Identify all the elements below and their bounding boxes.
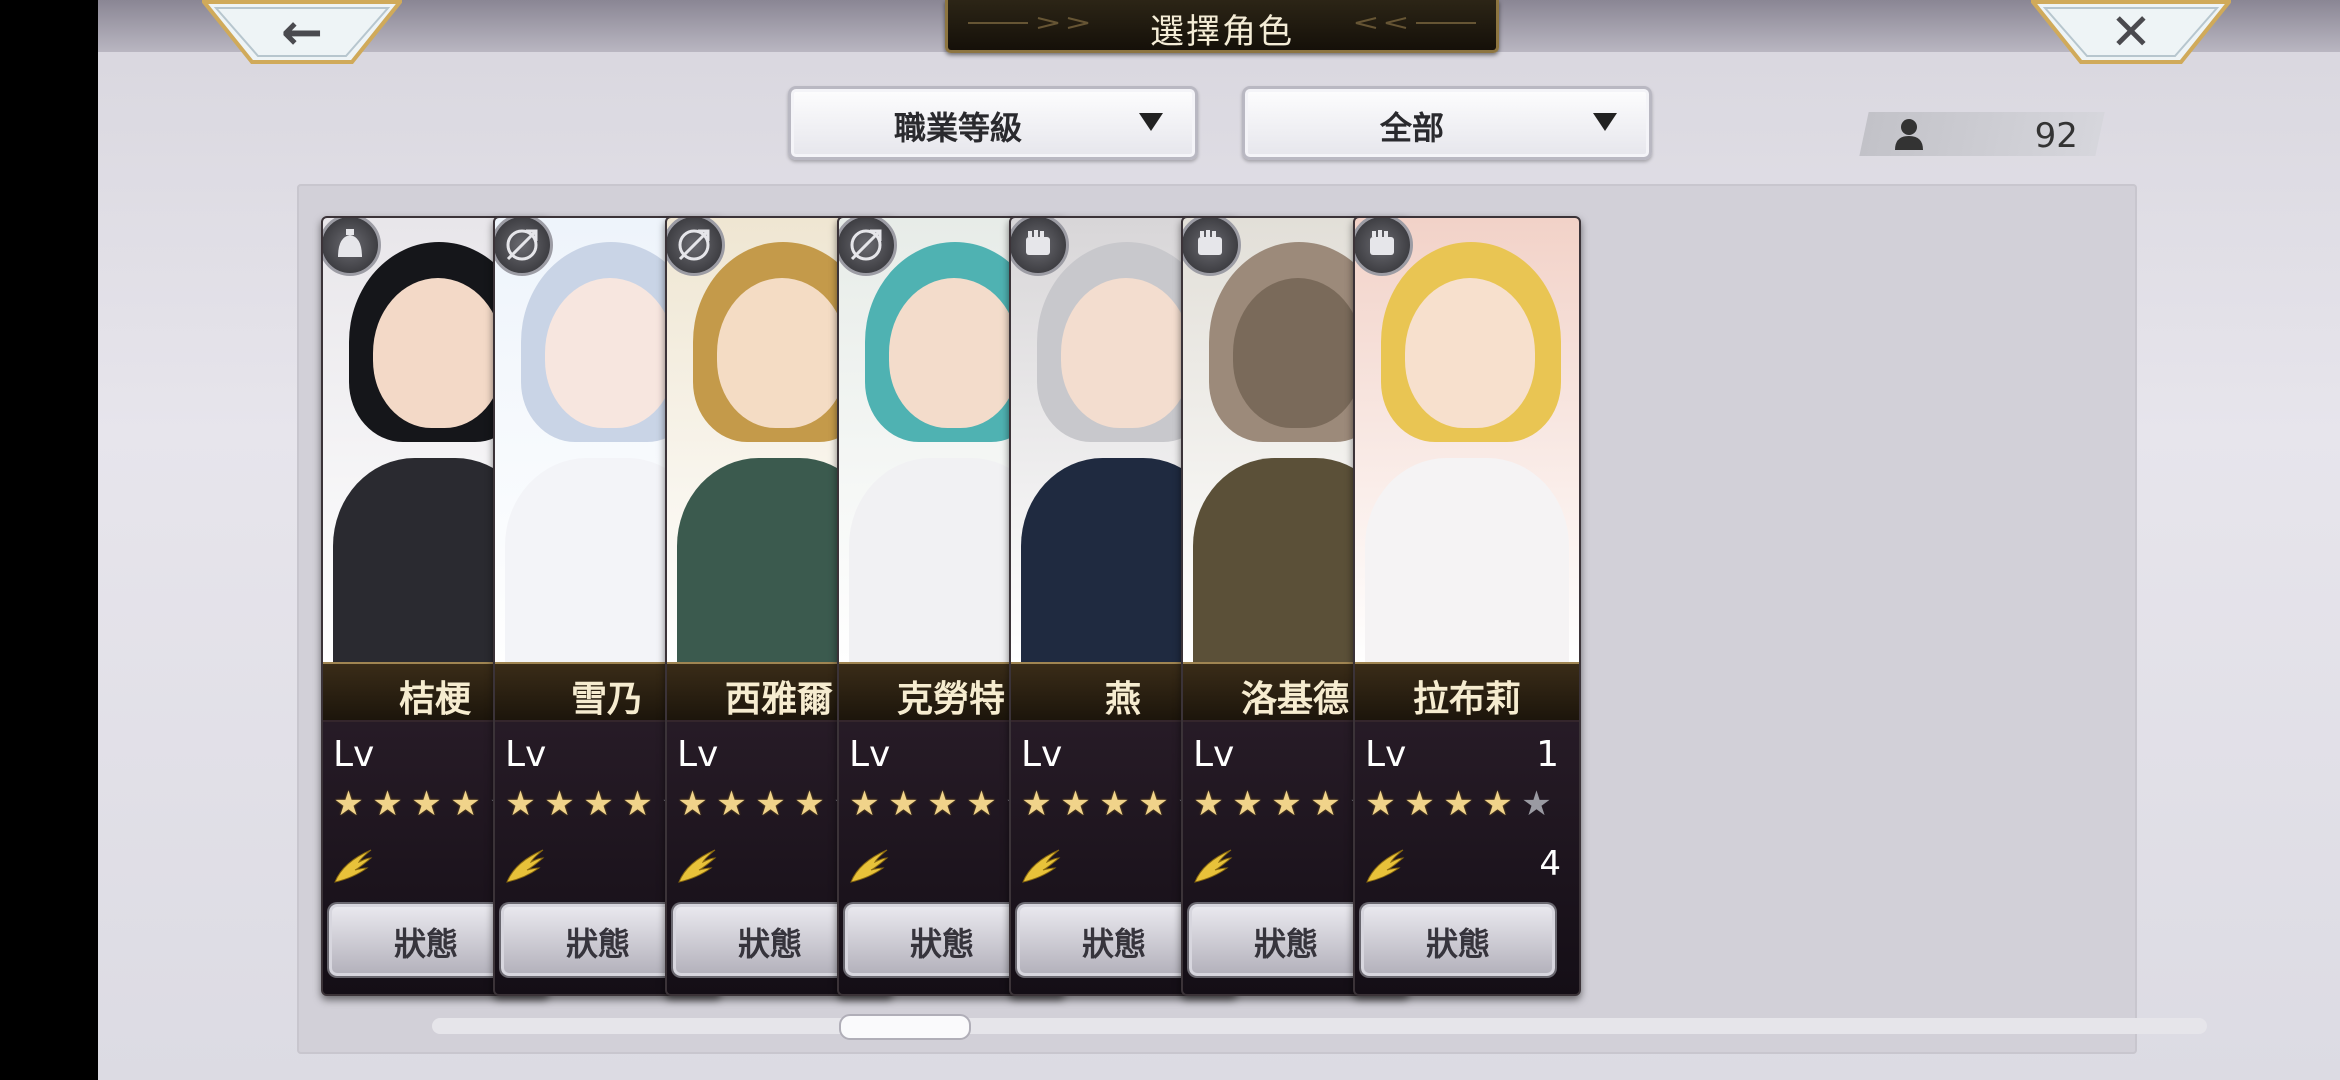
star-filled-icon: ★ (716, 784, 747, 824)
level-label: Lv (1021, 734, 1063, 775)
star-empty-icon: ★ (1521, 784, 1552, 824)
star-filled-icon: ★ (888, 784, 919, 824)
class-level-dropdown-label: 職業等級 (893, 109, 1022, 147)
status-button-label: 狀態 (1081, 925, 1146, 963)
person-icon (1895, 119, 1923, 150)
title-bar: 選擇角色 (945, 0, 1499, 53)
star-filled-icon: ★ (505, 784, 536, 824)
wing-icon (678, 849, 717, 883)
character-name-bar: 拉布莉 (1355, 662, 1579, 722)
wing-icon (1194, 849, 1233, 883)
wing-count: 4 (1539, 844, 1561, 884)
back-button[interactable]: ← (202, 0, 402, 66)
star-filled-icon: ★ (333, 784, 364, 824)
star-rating: ★★★★★ (1361, 786, 1556, 822)
star-filled-icon: ★ (583, 784, 614, 824)
level-label: Lv (1193, 734, 1235, 775)
status-button-label: 狀態 (909, 925, 974, 963)
level-value: 1 (1536, 734, 1559, 775)
star-filled-icon: ★ (927, 784, 958, 824)
wing-icon (1366, 849, 1405, 883)
level-label: Lv (677, 734, 719, 775)
title-ornament-right-icon (1355, 17, 1476, 29)
status-button-label: 狀態 (1253, 925, 1318, 963)
filter-all-dropdown-label: 全部 (1379, 109, 1444, 147)
close-icon: ✕ (2110, 3, 2152, 61)
status-button-label: 狀態 (737, 925, 802, 963)
star-filled-icon: ★ (1365, 784, 1396, 824)
screen-edge (0, 0, 98, 1080)
character-portrait (1355, 218, 1579, 678)
wing-icon (506, 849, 545, 883)
star-filled-icon: ★ (1193, 784, 1224, 824)
star-filled-icon: ★ (1021, 784, 1052, 824)
chevron-down-icon (1593, 113, 1617, 131)
wing-icon (334, 849, 373, 883)
star-filled-icon: ★ (1404, 784, 1435, 824)
star-filled-icon: ★ (411, 784, 442, 824)
status-button-label: 狀態 (565, 925, 630, 963)
star-filled-icon: ★ (677, 784, 708, 824)
star-filled-icon: ★ (1138, 784, 1169, 824)
wing-icon (850, 849, 889, 883)
wing-icon (1022, 849, 1061, 883)
filter-all-dropdown[interactable]: 全部 (1242, 86, 1652, 160)
back-arrow-icon: ← (281, 3, 323, 61)
star-filled-icon: ★ (1271, 784, 1302, 824)
star-filled-icon: ★ (1482, 784, 1513, 824)
star-filled-icon: ★ (794, 784, 825, 824)
star-filled-icon: ★ (1099, 784, 1130, 824)
level-label: Lv (849, 734, 891, 775)
status-button-label: 狀態 (1425, 925, 1490, 963)
character-card[interactable]: 拉布莉 Lv 1 ★ ★ ★ ★ ★ 4 狀態 (1353, 216, 1581, 996)
horizontal-scrollbar[interactable] (432, 1018, 2207, 1034)
status-button-label: 狀態 (393, 925, 458, 963)
level-label: Lv (505, 734, 547, 775)
star-filled-icon: ★ (966, 784, 997, 824)
level-label: Lv (1365, 734, 1407, 775)
star-filled-icon: ★ (755, 784, 786, 824)
class-level-dropdown[interactable]: 職業等級 (788, 86, 1198, 160)
character-select-screen: ← 選擇角色 ✕ 職業等級 全部 92 桔梗 Lv ★ ★ ★ ★ 狀態 雪乃 … (98, 0, 2340, 1080)
status-button[interactable]: 狀態 (1361, 904, 1555, 976)
star-filled-icon: ★ (622, 784, 653, 824)
star-filled-icon: ★ (1060, 784, 1091, 824)
level-label: Lv (333, 734, 375, 775)
chevron-down-icon (1139, 113, 1163, 131)
star-filled-icon: ★ (849, 784, 880, 824)
star-filled-icon: ★ (1443, 784, 1474, 824)
roster-count: 92 (1859, 112, 2105, 156)
close-button[interactable]: ✕ (2031, 0, 2231, 66)
star-filled-icon: ★ (450, 784, 481, 824)
star-filled-icon: ★ (372, 784, 403, 824)
star-filled-icon: ★ (544, 784, 575, 824)
star-filled-icon: ★ (1232, 784, 1263, 824)
roster-count-value: 92 (2034, 116, 2078, 156)
scrollbar-thumb[interactable] (839, 1014, 971, 1040)
star-filled-icon: ★ (1310, 784, 1341, 824)
character-name: 拉布莉 (1412, 678, 1521, 720)
